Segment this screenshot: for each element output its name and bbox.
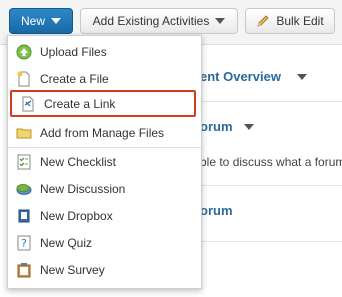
menu-item-label: New Checklist: [40, 154, 117, 169]
divider: [200, 101, 342, 102]
menu-item-label: Create a File: [40, 71, 109, 86]
upload-icon: [16, 44, 32, 59]
menu-item-label: Create a Link: [44, 96, 116, 111]
menu-item-upload-files[interactable]: Upload Files: [8, 38, 201, 65]
new-file-icon: [17, 71, 30, 86]
menu-item-create-a-link[interactable]: Create a Link: [10, 90, 196, 117]
menu-item-new-survey[interactable]: New Survey: [8, 256, 201, 283]
add-existing-activities-button[interactable]: Add Existing Activities: [80, 8, 238, 34]
add-existing-label: Add Existing Activities: [92, 14, 210, 28]
chevron-down-icon[interactable]: [297, 74, 307, 80]
menu-item-label: Upload Files: [40, 44, 107, 59]
background-description: ble to discuss what a forum: [200, 155, 342, 169]
menu-item-new-quiz[interactable]: ? New Quiz: [8, 229, 201, 256]
bulk-edit-label: Bulk Edit: [276, 14, 324, 28]
menu-item-label: New Survey: [40, 262, 105, 277]
survey-icon: [17, 262, 31, 277]
folder-icon: [16, 128, 32, 138]
svg-text:?: ?: [21, 237, 27, 250]
discussion-icon: [16, 183, 32, 195]
menu-item-label: New Dropbox: [40, 208, 113, 223]
menu-item-label: New Quiz: [40, 235, 93, 250]
menu-item-new-dropbox[interactable]: New Dropbox: [8, 202, 201, 229]
pencil-icon: [257, 15, 269, 27]
menu-item-new-discussion[interactable]: New Discussion: [8, 175, 201, 202]
menu-item-label: New Discussion: [40, 181, 126, 196]
background-heading-3[interactable]: orum: [200, 203, 233, 218]
menu-item-label: Add from Manage Files: [40, 125, 165, 140]
bulk-edit-button[interactable]: Bulk Edit: [245, 8, 335, 34]
quiz-icon: ?: [17, 235, 31, 250]
chevron-down-icon: [215, 18, 226, 24]
background-heading-2[interactable]: orum: [200, 119, 233, 134]
new-dropdown-menu: Upload Files Create a File Create a Link…: [7, 35, 202, 289]
new-button-label: New: [20, 14, 45, 28]
checklist-icon: [17, 154, 31, 169]
new-button[interactable]: New: [9, 8, 73, 34]
link-icon: [22, 96, 34, 111]
background-heading-1[interactable]: ent Overview: [200, 69, 281, 84]
divider: [200, 241, 342, 242]
dropbox-icon: [18, 209, 30, 222]
menu-item-new-checklist[interactable]: New Checklist: [8, 148, 201, 175]
menu-item-create-a-file[interactable]: Create a File: [8, 65, 201, 92]
divider: [200, 185, 342, 186]
menu-item-add-from-manage-files[interactable]: Add from Manage Files: [8, 119, 201, 146]
chevron-down-icon: [51, 18, 61, 24]
chevron-down-icon[interactable]: [244, 124, 254, 130]
